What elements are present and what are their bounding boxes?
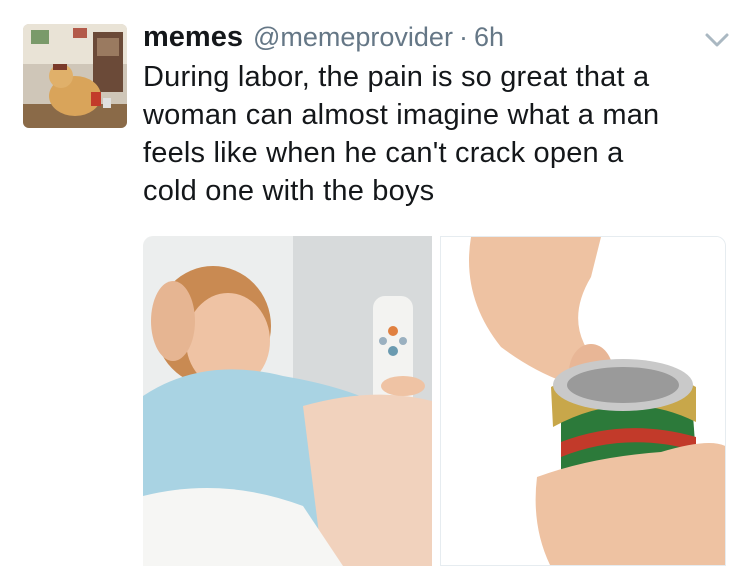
display-name[interactable]: memes: [143, 21, 243, 54]
user-handle[interactable]: @memeprovider: [253, 22, 453, 53]
chevron-down-icon[interactable]: [704, 30, 730, 50]
tweet-text-line: During labor, the pain is so great that …: [143, 61, 650, 93]
avatar[interactable]: [23, 24, 127, 128]
tweet-text-line: feels like when he can't crack open a: [143, 137, 624, 169]
separator-dot: ·: [458, 22, 468, 52]
hand-opening-can-photo[interactable]: [440, 236, 726, 566]
avatar-dog-photo: [23, 24, 127, 128]
tweet-text-line: woman can almost imagine what a man: [143, 99, 660, 131]
timestamp[interactable]: 6h: [474, 22, 504, 53]
tweet-header: memes @memeprovider · 6h: [143, 21, 504, 54]
tweet-text-line: cold one with the boys: [143, 175, 435, 207]
tweet-text: During labor, the pain is so great that …: [143, 58, 733, 210]
woman-in-labor-photo[interactable]: [143, 236, 432, 566]
